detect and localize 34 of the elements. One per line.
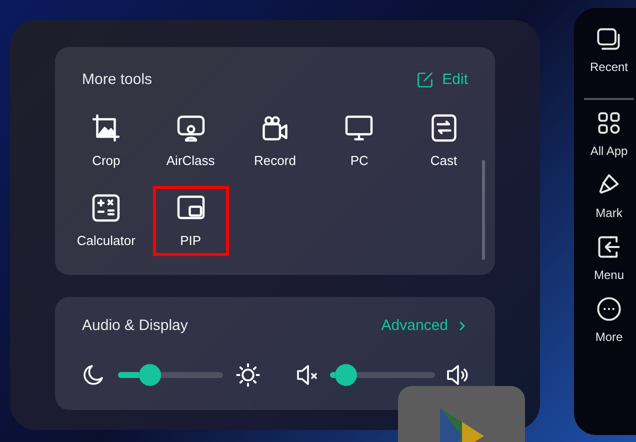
tool-button[interactable]: AirClass <box>152 106 229 176</box>
tool-button[interactable]: Calculator <box>68 186 144 256</box>
slider-thumb[interactable] <box>138 364 160 386</box>
speaker-muted-icon <box>297 364 318 384</box>
dock-item[interactable]: Recent <box>590 26 628 88</box>
dock-item[interactable]: All App <box>590 110 628 172</box>
tool-button[interactable]: PIP <box>152 186 229 256</box>
edit-button[interactable]: Edit <box>416 69 468 92</box>
more-icon[interactable] <box>596 296 622 322</box>
sun-icon <box>235 362 261 388</box>
tool-button[interactable]: Cast <box>406 106 482 176</box>
slider-fill <box>118 372 138 378</box>
edit-icon <box>416 71 434 90</box>
speaker-loud-icon <box>447 364 468 384</box>
moon-icon <box>82 362 106 386</box>
slider-fill <box>330 372 335 378</box>
slider-thumb[interactable] <box>334 364 357 386</box>
tool-button[interactable]: PC <box>321 106 398 176</box>
dock-item[interactable]: Mark <box>596 172 622 234</box>
monitor-icon <box>344 112 374 142</box>
app-grid-icon[interactable] <box>596 110 622 136</box>
section-title: Audio & Display <box>82 316 188 336</box>
cast-icon <box>428 112 459 142</box>
screen-person-icon <box>176 112 206 142</box>
windows-stack-icon[interactable] <box>596 26 622 52</box>
advanced-link[interactable]: Advanced <box>381 315 468 338</box>
calculator-icon <box>91 192 122 222</box>
tool-button[interactable]: Record <box>236 106 313 176</box>
section-title: More tools <box>82 70 152 90</box>
dock-item[interactable]: Menu <box>594 234 624 296</box>
dock-item[interactable]: More <box>595 296 623 358</box>
exit-arrow-icon[interactable] <box>596 234 622 260</box>
tool-button[interactable]: Crop <box>68 106 144 176</box>
crop-icon <box>91 112 122 142</box>
